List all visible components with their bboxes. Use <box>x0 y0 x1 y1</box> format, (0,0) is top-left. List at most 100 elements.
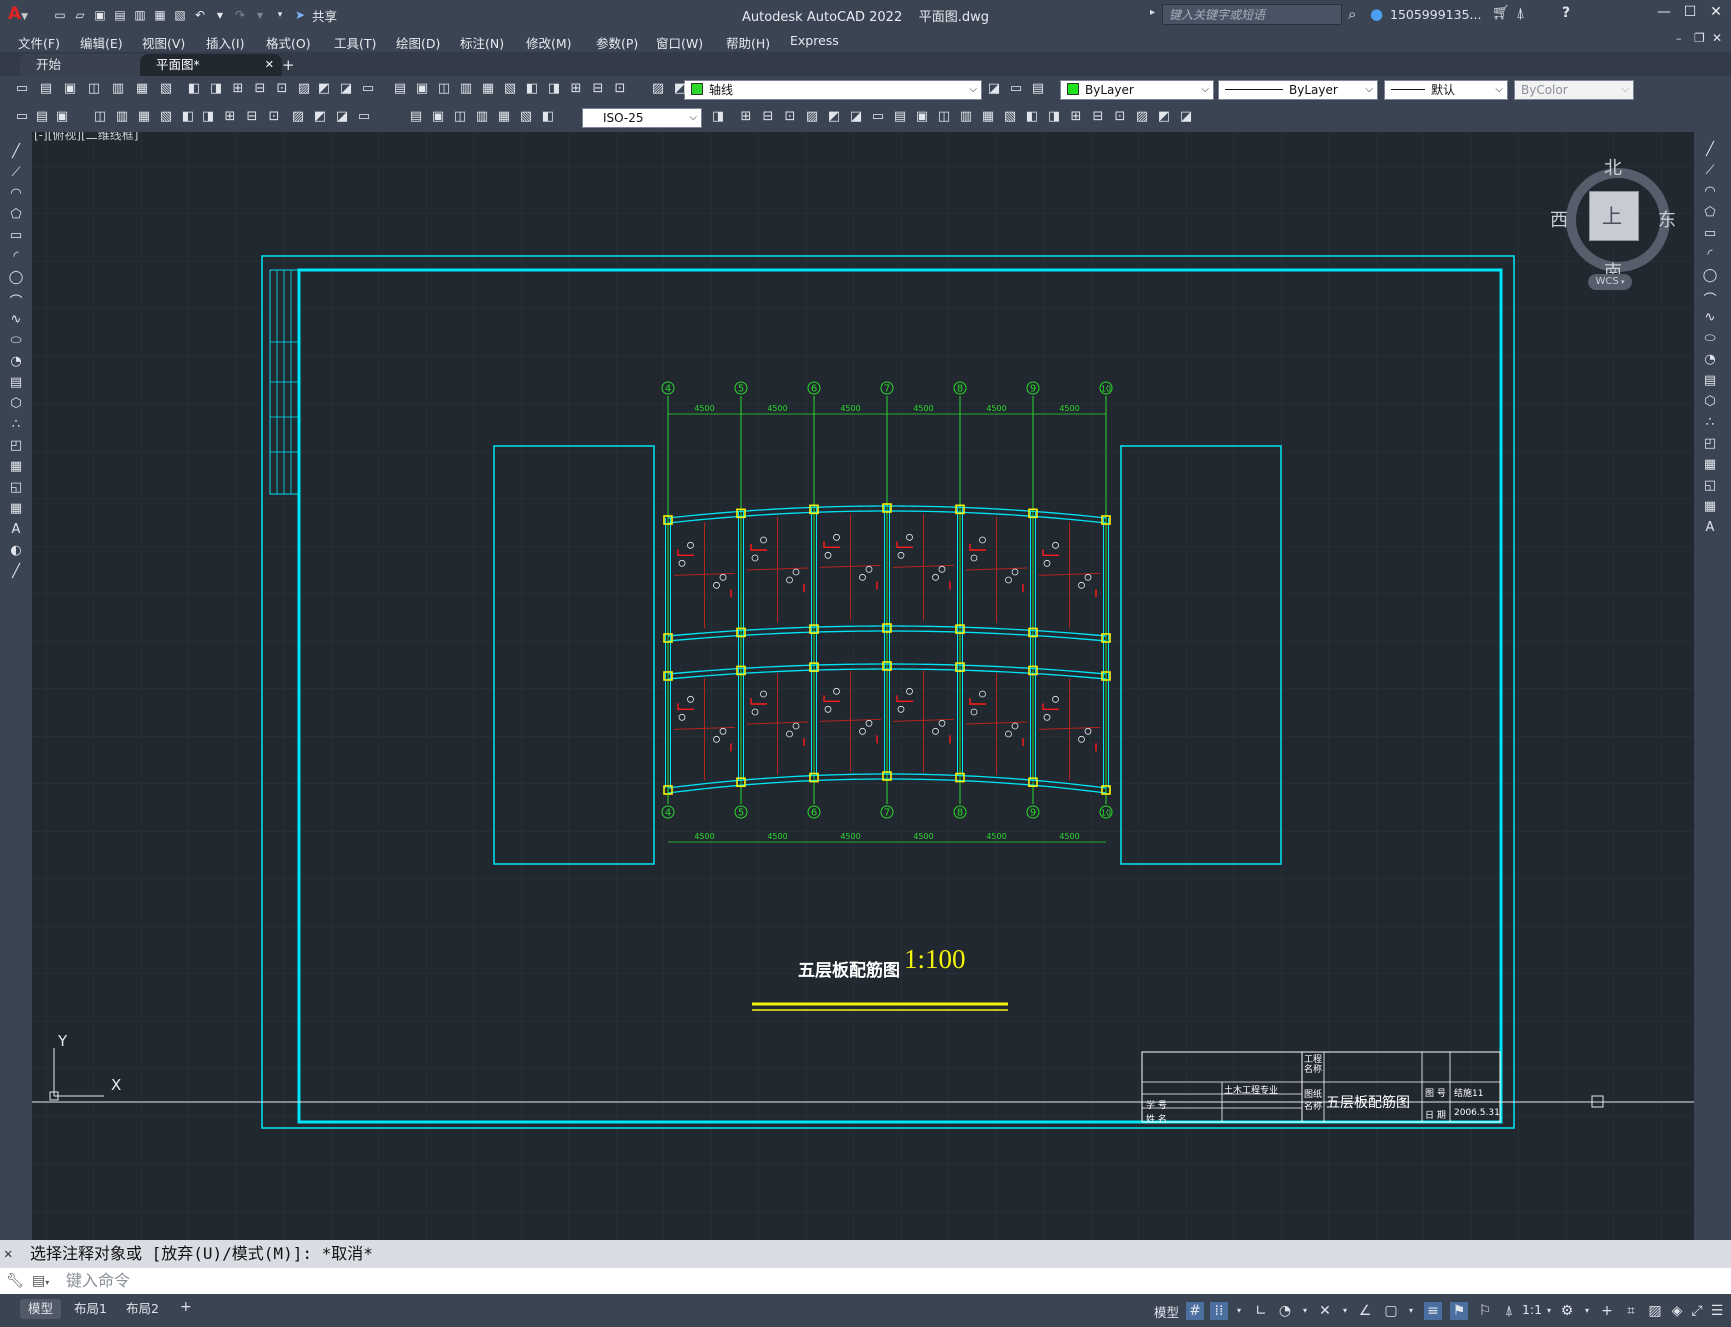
menu-item-1[interactable]: 编辑(E) <box>80 33 123 52</box>
quick-properties-icon[interactable]: ▨ <box>1646 1302 1664 1320</box>
dim-tool-31-icon[interactable]: ▤ <box>892 109 908 125</box>
menu-item-2[interactable]: 视图(V) <box>142 33 185 52</box>
modify-tool-4-icon[interactable]: ▭ <box>1702 226 1718 242</box>
viewcube-east[interactable]: 东 <box>1658 206 1676 232</box>
menu-item-0[interactable]: 文件(F) <box>18 33 60 52</box>
dim-tool-24-icon[interactable]: ⊞ <box>738 109 754 125</box>
ortho-icon[interactable]: ∟ <box>1252 1302 1270 1320</box>
search-expand-icon[interactable]: ▸ <box>1150 7 1155 18</box>
dimstyle-combo[interactable]: ISO-25 ⌵ <box>582 108 702 128</box>
standard-tool-19-icon[interactable]: ▥ <box>458 81 474 97</box>
modify-tool-13-icon[interactable]: ∴ <box>1702 415 1718 431</box>
units-icon[interactable]: ⌗ <box>1622 1302 1640 1320</box>
standard-tool-11-icon[interactable]: ⊡ <box>274 81 290 97</box>
modify-tool-11-icon[interactable]: ▤ <box>1702 373 1718 389</box>
dim-tool-25-icon[interactable]: ⊟ <box>760 109 776 125</box>
modify-tool-1-icon[interactable]: ⟋ <box>1702 163 1718 179</box>
dim-tool-17-icon[interactable]: ▣ <box>430 109 446 125</box>
draw-tool-5-icon[interactable]: ◜ <box>8 249 24 265</box>
model-space-button[interactable]: 模型 <box>1154 1302 1179 1321</box>
dim-tool-0-icon[interactable]: ▭ <box>14 109 30 125</box>
dim-tool-9-icon[interactable]: ⊞ <box>222 109 238 125</box>
standard-tool-17-icon[interactable]: ▣ <box>414 81 430 97</box>
dim-tool-42-icon[interactable]: ▨ <box>1134 109 1150 125</box>
lineweight-combo[interactable]: 默认 ⌵ <box>1384 80 1508 100</box>
menu-item-7[interactable]: 标注(N) <box>460 33 504 52</box>
modify-tool-2-icon[interactable]: ◠ <box>1702 184 1718 200</box>
doc-restore-icon[interactable]: ❐ <box>1694 31 1705 45</box>
web-save-icon[interactable]: ▦ <box>152 7 168 23</box>
draw-tool-4-icon[interactable]: ▭ <box>8 228 24 244</box>
close-icon[interactable]: ✕ <box>1702 4 1730 20</box>
layout-tab-1[interactable]: 布局1 <box>66 1299 115 1319</box>
dim-tool-3-icon[interactable]: ◫ <box>92 109 108 125</box>
standard-tool-31-icon[interactable]: ▤ <box>1030 81 1046 97</box>
annotation-monitor-icon[interactable]: + <box>1598 1302 1616 1320</box>
undo-dropdown-icon[interactable]: ▼ <box>212 7 228 23</box>
menu-item-10[interactable]: 窗口(W) <box>656 33 703 52</box>
draw-tool-12-icon[interactable]: ⬡ <box>8 396 24 412</box>
draw-tool-0-icon[interactable]: ╱ <box>8 144 24 160</box>
cart-icon[interactable]: 🛒︎ <box>1492 5 1510 21</box>
isodraft-dropdown-icon[interactable]: ▾ <box>1336 1302 1354 1320</box>
modify-tool-9-icon[interactable]: ⬭ <box>1702 331 1718 347</box>
dim-tool-35-icon[interactable]: ▦ <box>980 109 996 125</box>
linetype-combo[interactable]: ByLayer ⌵ <box>1218 80 1378 100</box>
dim-tool-19-icon[interactable]: ▥ <box>474 109 490 125</box>
modify-tool-6-icon[interactable]: ◯ <box>1702 268 1718 284</box>
draw-tool-7-icon[interactable]: ⌒ <box>8 291 24 310</box>
standard-tool-18-icon[interactable]: ◫ <box>436 81 452 97</box>
viewcube-west[interactable]: 西 <box>1550 206 1568 232</box>
new-tab-icon[interactable]: + <box>282 56 295 74</box>
dim-tool-44-icon[interactable]: ◪ <box>1178 109 1194 125</box>
customize-status-icon[interactable]: ☰ <box>1708 1302 1726 1320</box>
dim-tool-22-icon[interactable]: ◧ <box>540 109 556 125</box>
dim-tool-8-icon[interactable]: ◨ <box>200 109 216 125</box>
draw-tool-15-icon[interactable]: ▦ <box>8 459 24 475</box>
dim-tool-37-icon[interactable]: ◧ <box>1024 109 1040 125</box>
dim-tool-6-icon[interactable]: ▧ <box>158 109 174 125</box>
autoscale-icon[interactable]: ⚐ <box>1476 1302 1494 1320</box>
workspace-dropdown-icon[interactable]: ▾ <box>1578 1302 1596 1320</box>
draw-tool-1-icon[interactable]: ⟋ <box>8 165 24 181</box>
layout-tab-2[interactable]: 布局2 <box>118 1299 167 1319</box>
standard-tool-26-icon[interactable]: ⊡ <box>612 81 628 97</box>
command-input[interactable]: 🔧︎ ▤▾ 键入命令 <box>0 1268 1731 1294</box>
workspace-gear-icon[interactable]: ⚙ <box>1558 1302 1576 1320</box>
plot-icon[interactable]: ▧ <box>172 7 188 23</box>
dim-tool-13-icon[interactable]: ◩ <box>312 109 328 125</box>
isolate-objects-icon[interactable]: ◈ <box>1668 1302 1686 1320</box>
dim-tool-7-icon[interactable]: ◧ <box>180 109 196 125</box>
standard-tool-25-icon[interactable]: ⊟ <box>590 81 606 97</box>
polar-icon[interactable]: ◔ <box>1276 1302 1294 1320</box>
snap-icon[interactable]: ⁞⁞ <box>1210 1302 1228 1320</box>
command-customize-icon[interactable]: 🔧︎ <box>6 1268 24 1294</box>
standard-tool-21-icon[interactable]: ▧ <box>502 81 518 97</box>
dim-tool-30-icon[interactable]: ▭ <box>870 109 886 125</box>
save-as-icon[interactable]: ▤ <box>112 7 128 23</box>
dim-tool-5-icon[interactable]: ▦ <box>136 109 152 125</box>
scale-dropdown-icon[interactable]: ▾ <box>1540 1302 1558 1320</box>
annotation-visibility-icon[interactable]: ⚑ <box>1450 1302 1468 1320</box>
modify-tool-3-icon[interactable]: ⬠ <box>1702 205 1718 221</box>
plotstyle-combo[interactable]: ByColor ⌵ <box>1514 80 1634 100</box>
draw-tool-18-icon[interactable]: A <box>8 522 24 538</box>
draw-tool-8-icon[interactable]: ∿ <box>8 312 24 328</box>
standard-tool-30-icon[interactable]: ▭ <box>1008 81 1024 97</box>
doc-close-icon[interactable]: ✕ <box>1712 31 1722 45</box>
dim-tool-26-icon[interactable]: ⊡ <box>782 109 798 125</box>
drawing-svg[interactable]: 4 4 5 5 6 6 7 7 8 8 9 9 10 10 4500 4500 4500 4500 4500 4500… <box>32 132 1694 1240</box>
autocad-logo-icon[interactable]: A▼ <box>8 4 28 24</box>
dim-tool-4-icon[interactable]: ▥ <box>114 109 130 125</box>
menu-item-4[interactable]: 格式(O) <box>266 33 311 52</box>
menu-item-11[interactable]: 帮助(H) <box>726 33 770 52</box>
viewcube[interactable]: 上 北 南 西 东 <box>1550 154 1676 283</box>
dim-tool-39-icon[interactable]: ⊞ <box>1068 109 1084 125</box>
draw-tool-13-icon[interactable]: ∴ <box>8 417 24 433</box>
dim-tool-14-icon[interactable]: ◪ <box>334 109 350 125</box>
standard-tool-6-icon[interactable]: ▧ <box>158 81 174 97</box>
save-icon[interactable]: ▣ <box>92 7 108 23</box>
dim-tool-20-icon[interactable]: ▦ <box>496 109 512 125</box>
menu-item-5[interactable]: 工具(T) <box>334 33 376 52</box>
dim-tool-38-icon[interactable]: ◨ <box>1046 109 1062 125</box>
